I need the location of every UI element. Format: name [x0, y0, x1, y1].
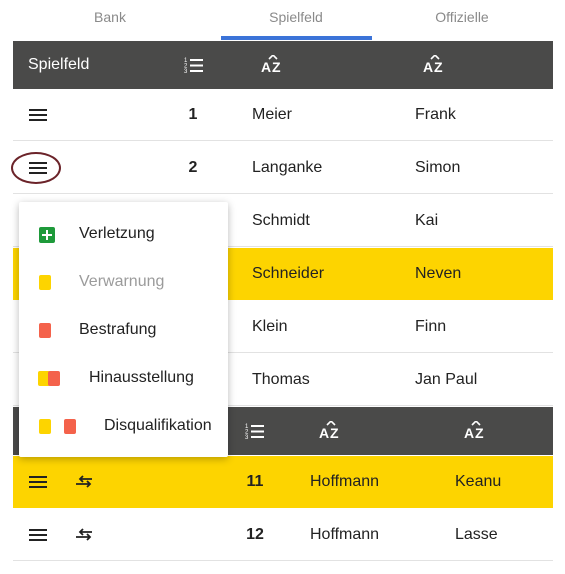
player-first-name: Keanu	[455, 473, 502, 490]
player-number: 12	[246, 526, 264, 543]
svg-text:Z: Z	[475, 425, 484, 441]
menu-item-hinausstellung[interactable]: Hinausstellung	[19, 354, 228, 402]
svg-text:A: A	[261, 59, 271, 75]
sort-az-icon[interactable]: AZ	[258, 41, 288, 89]
menu-item-label: Bestrafung	[79, 321, 157, 338]
player-first-name: Jan Paul	[415, 371, 478, 388]
tab-bank[interactable]: Bank	[0, 0, 220, 40]
player-last-name: Meier	[252, 106, 293, 123]
hamburger-menu-icon[interactable]	[28, 525, 50, 545]
tab-offizielle[interactable]: Offizielle	[372, 0, 552, 40]
yellow-card-icon	[39, 275, 51, 290]
table-row[interactable]: 12 Hoffmann Lasse	[13, 509, 553, 561]
hamburger-menu-icon[interactable]	[28, 105, 50, 125]
menu-item-bestrafung[interactable]: Bestrafung	[19, 306, 228, 354]
hamburger-menu-icon[interactable]	[28, 158, 50, 178]
red-card-icon	[39, 323, 51, 338]
player-number: 2	[188, 159, 198, 176]
menu-item-label: Verletzung	[79, 225, 155, 242]
player-last-name: Langanke	[252, 159, 323, 176]
player-number: 1	[188, 106, 198, 123]
player-first-name: Frank	[415, 106, 456, 123]
menu-item-label: Verwarnung	[79, 273, 165, 290]
svg-text:Z: Z	[434, 59, 443, 75]
svg-text:A: A	[423, 59, 433, 75]
plus-icon	[39, 227, 55, 243]
menu-item-label: Disqualifikation	[104, 417, 212, 434]
list-numbered-icon[interactable]: 123	[179, 41, 209, 89]
svg-text:3: 3	[245, 435, 249, 440]
table-title: Spielfeld	[28, 56, 90, 73]
player-action-menu: Verletzung Verwarnung Bestrafung Hinauss…	[19, 202, 228, 457]
svg-text:3: 3	[184, 69, 188, 74]
active-tab-indicator	[221, 36, 372, 40]
svg-text:A: A	[319, 425, 329, 441]
tab-spielfeld[interactable]: Spielfeld	[220, 0, 372, 40]
tab-bar: Bank Spielfeld Offizielle	[0, 0, 565, 40]
player-first-name: Finn	[415, 318, 447, 335]
menu-item-verletzung[interactable]: Verletzung	[19, 210, 228, 258]
menu-item-verwarnung[interactable]: Verwarnung	[19, 258, 228, 306]
menu-item-label: Hinausstellung	[89, 369, 194, 386]
player-last-name: Klein	[252, 318, 288, 335]
player-first-name: Simon	[415, 159, 461, 176]
player-last-name: Schmidt	[252, 212, 310, 229]
menu-item-disqualifikation[interactable]: Disqualifikation	[19, 402, 228, 450]
table-row[interactable]: 1 Meier Frank	[13, 89, 553, 141]
player-last-name: Hoffmann	[310, 473, 380, 490]
svg-text:A: A	[464, 425, 474, 441]
player-number: 11	[246, 473, 264, 490]
player-first-name: Neven	[415, 265, 462, 282]
table-row[interactable]: 11 Hoffmann Keanu	[13, 456, 553, 508]
sort-az-icon[interactable]: AZ	[461, 407, 491, 455]
table-row[interactable]: 2 Langanke Simon	[11, 142, 553, 194]
player-last-name: Schneider	[252, 265, 325, 282]
swap-icon[interactable]	[73, 525, 95, 545]
player-last-name: Hoffmann	[310, 526, 380, 543]
player-first-name: Lasse	[455, 526, 498, 543]
hamburger-menu-icon[interactable]	[28, 472, 50, 492]
table-header: Spielfeld 123 AZ AZ	[13, 41, 553, 89]
sort-az-icon[interactable]: AZ	[316, 407, 346, 455]
svg-text:Z: Z	[330, 425, 339, 441]
player-last-name: Thomas	[252, 371, 310, 388]
list-numbered-icon[interactable]: 123	[240, 407, 270, 455]
swap-icon[interactable]	[73, 472, 95, 492]
player-first-name: Kai	[415, 212, 439, 229]
svg-text:Z: Z	[272, 59, 281, 75]
sort-az-icon[interactable]: AZ	[420, 41, 450, 89]
